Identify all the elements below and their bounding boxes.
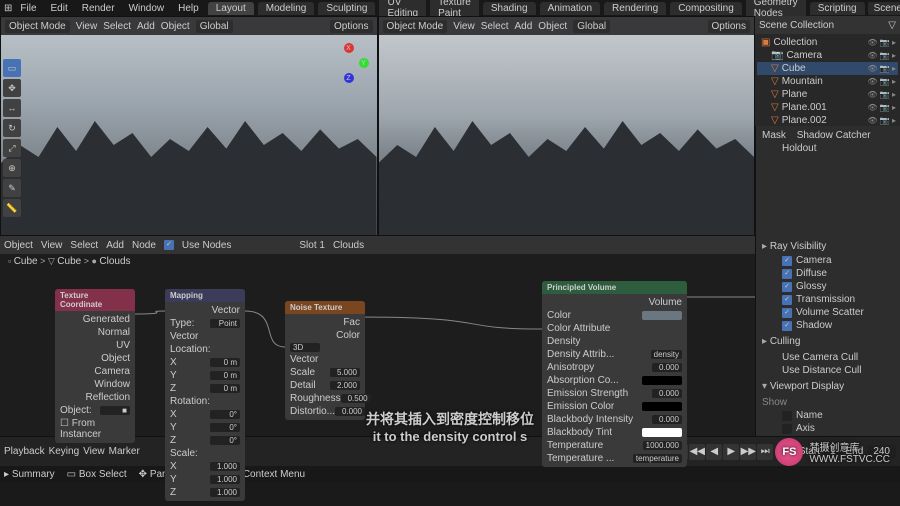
viewport-right[interactable]: Object Mode View Select Add Object Globa… [378, 16, 756, 236]
use-nodes-check[interactable]: ✓ [164, 240, 174, 250]
properties-panel: Mask Shadow Catcher Holdout [755, 126, 900, 236]
properties-right: ▸ Ray Visibility ✓Camera✓Diffuse✓Glossy✓… [755, 236, 900, 436]
node-header: Object View Select Add Node ✓ Use Nodes … [0, 236, 755, 254]
box-select: ▭ Box Select [67, 469, 127, 480]
vp-select[interactable]: Select [103, 21, 131, 32]
play[interactable]: ▶ [723, 444, 739, 460]
material-dropdown[interactable]: Clouds [333, 240, 364, 251]
start-frame[interactable]: 1 [824, 445, 842, 458]
node-noise-texture[interactable]: Noise Texture Fac Color 3D Vector Scale5… [285, 301, 365, 420]
nav-gizmo[interactable]: X Y Z [329, 43, 369, 83]
tool-move[interactable]: ↔ [3, 99, 21, 117]
tab-comp[interactable]: Compositing [670, 2, 742, 15]
tool-scale[interactable]: ⤢ [3, 139, 21, 157]
prev-key[interactable]: ◀◀ [689, 444, 705, 460]
vp-add[interactable]: Add [137, 21, 155, 32]
outliner-item-mountain[interactable]: ▽Mountain👁 📷 ▸ [757, 75, 898, 88]
jump-end[interactable]: ⏭ [757, 444, 773, 460]
outliner-item-plane.001[interactable]: ▽Plane.001👁 📷 ▸ [757, 101, 898, 114]
outliner-item-camera[interactable]: 📷Camera👁 📷 ▸ [757, 49, 898, 62]
menu-render[interactable]: Render [76, 2, 121, 15]
filter-icon[interactable]: ▽ [888, 20, 896, 31]
play-rev[interactable]: ◀ [706, 444, 722, 460]
tool-annotate[interactable]: ✎ [3, 179, 21, 197]
tool-rotate[interactable]: ↻ [3, 119, 21, 137]
menu-file[interactable]: File [14, 2, 42, 15]
options-btn[interactable]: Options [330, 20, 372, 33]
tl-playback[interactable]: Playback [4, 446, 45, 457]
outliner-header: Scene Collection ▽ [755, 16, 900, 34]
summary-label[interactable]: ▸ Summary [4, 469, 55, 480]
top-menubar: ⊞ File Edit Render Window Help Layout Mo… [0, 0, 900, 16]
ne-object[interactable]: Object [4, 240, 33, 251]
mode-dropdown-2[interactable]: Object Mode [383, 20, 448, 33]
vp-view[interactable]: View [76, 21, 98, 32]
tool-cursor[interactable]: ✥ [3, 79, 21, 97]
tab-anim[interactable]: Animation [540, 2, 600, 15]
current-frame[interactable]: 1 [777, 445, 795, 458]
tl-view[interactable]: View [83, 446, 105, 457]
next-key[interactable]: ▶▶ [740, 444, 756, 460]
scene-collection[interactable]: Scene Collection [759, 20, 834, 31]
menu-edit[interactable]: Edit [45, 2, 74, 15]
node-breadcrumb: ▫ Cube > ▽ Cube > ● Clouds [0, 254, 755, 269]
outliner-item-cube[interactable]: ▽Cube👁 📷 ▸ [757, 62, 898, 75]
app-icon[interactable]: ⊞ [4, 3, 12, 14]
menu-window[interactable]: Window [123, 2, 171, 15]
viewport-header: Object Mode View Select Add Object Globa… [1, 17, 377, 35]
menu-help[interactable]: Help [172, 2, 205, 15]
viewport-left[interactable]: Object Mode View Select Add Object Globa… [0, 16, 378, 236]
node-principled-volume[interactable]: Principled Volume Volume Color Color Att… [542, 281, 687, 467]
orient-global[interactable]: Global [196, 20, 233, 33]
outliner-item-plane.002[interactable]: ▽Plane.002👁 📷 ▸ [757, 114, 898, 126]
node-texture-coordinate[interactable]: Texture Coordinate GeneratedNormalUVObje… [55, 289, 135, 443]
tab-sculpting[interactable]: Sculpting [318, 2, 375, 15]
node-mapping[interactable]: Mapping Vector Type:Point Vector Locatio… [165, 289, 245, 501]
tl-keying[interactable]: Keying [49, 446, 80, 457]
node-canvas[interactable]: Texture Coordinate GeneratedNormalUVObje… [0, 269, 755, 436]
tab-script[interactable]: Scripting [810, 2, 865, 15]
scene-field[interactable]: Scene [868, 2, 900, 15]
outliner-item-collection[interactable]: ▣Collection👁 📷 ▸ [757, 36, 898, 49]
timeline: Playback Keying View Marker ⏮ ◀◀ ◀ ▶ ▶▶ … [0, 436, 900, 466]
tab-modeling[interactable]: Modeling [258, 2, 315, 15]
outliner: Scene Collection ▽ ▣Collection👁 📷 ▸📷Came… [755, 16, 900, 126]
vp-object[interactable]: Object [161, 21, 190, 32]
left-toolbar: ▭ ✥ ↔ ↻ ⤢ ⊕ ✎ 📏 [3, 59, 21, 217]
tl-marker[interactable]: Marker [109, 446, 140, 457]
slot-dropdown[interactable]: Slot 1 [299, 240, 325, 251]
bottombar: ▸ Summary ▭ Box Select ✥ Pan View ▤ Node… [0, 466, 900, 482]
tool-transform[interactable]: ⊕ [3, 159, 21, 177]
mode-dropdown[interactable]: Object Mode [5, 20, 70, 33]
tab-rendering[interactable]: Rendering [604, 2, 666, 15]
tab-shading[interactable]: Shading [483, 2, 536, 15]
outliner-item-plane[interactable]: ▽Plane👁 📷 ▸ [757, 88, 898, 101]
tool-measure[interactable]: 📏 [3, 199, 21, 217]
tool-select[interactable]: ▭ [3, 59, 21, 77]
end-frame[interactable]: 240 [867, 445, 896, 458]
tab-layout[interactable]: Layout [208, 2, 254, 15]
mask-label: Mask [762, 130, 786, 141]
